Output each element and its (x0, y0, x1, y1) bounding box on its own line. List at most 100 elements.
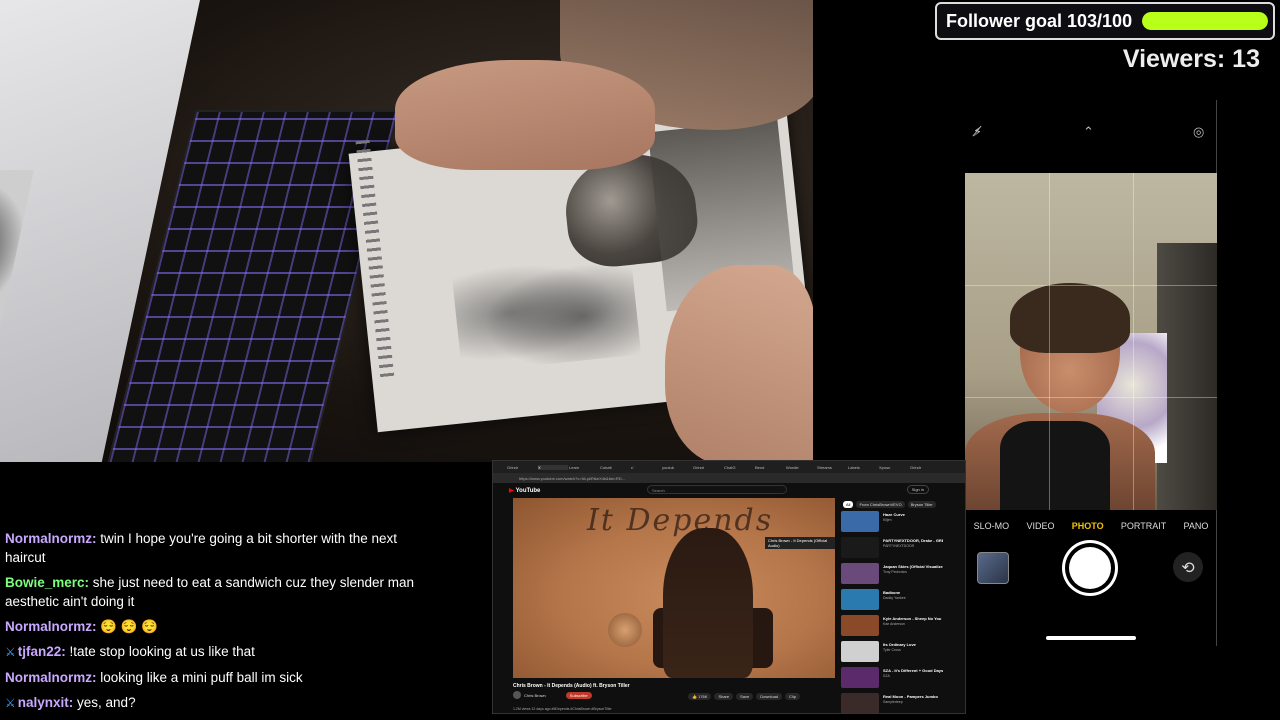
video-thumbnail[interactable] (841, 511, 879, 532)
browser-window: Grindr X Learn Cobalt r/youtub Grindr ChatG Ben… (492, 460, 966, 714)
video-thumbnail[interactable] (841, 537, 879, 558)
follower-goal-widget: Follower goal 103/100 (935, 2, 1275, 40)
recommended-title[interactable]: Jaquan Skies (Official Visualizer) (883, 564, 943, 569)
filter-chip[interactable]: All (843, 501, 854, 508)
recommended-video[interactable]: PARTYNEXTDOOR, Drake - GREEDYPARTYNEXTDO… (841, 537, 961, 560)
recommended-video[interactable]: SZA - It's Different + Good Days SZA (841, 667, 961, 690)
recommended-channel: Daddy Yankee (883, 596, 906, 600)
recommended-video[interactable]: Its Ordinary Love Tyler Cross (841, 641, 961, 664)
shutter-button[interactable] (1069, 547, 1111, 589)
video-action-button[interactable]: 👍 176K (688, 693, 712, 700)
follower-goal-label: Follower goal 103/100 (946, 10, 1133, 31)
camera-mode-slo-mo[interactable]: SLO-MO (974, 521, 1010, 537)
chat-username[interactable]: nalynxit: (18, 695, 74, 710)
browser-tab[interactable]: youtub (662, 465, 692, 470)
video-thumbnail[interactable] (841, 693, 879, 713)
chat-message: Normalnormz: twin I hope you're going a … (5, 529, 425, 567)
browser-tab[interactable]: Xposu (879, 465, 909, 470)
video-thumbnail[interactable] (841, 667, 879, 688)
camera-mode-selector[interactable]: SLO-MO VIDEO PHOTO PORTRAIT PANO (965, 521, 1217, 537)
video-art-text: It Depends (587, 503, 774, 538)
chat-message: Bowie_merc: she just need to eat a sandw… (5, 573, 425, 611)
browser-tab[interactable]: r/ (631, 465, 661, 470)
drawing-hand (665, 265, 813, 462)
camera-mode-pano[interactable]: PANO (1183, 521, 1208, 537)
signin-button[interactable]: Sign in (906, 485, 929, 494)
flip-camera-icon[interactable]: ⟲ (1173, 552, 1203, 582)
follower-goal-bar (1142, 12, 1268, 30)
live-off-icon[interactable]: ◎ (1193, 125, 1204, 141)
browser-tab[interactable]: Grindr (693, 465, 723, 470)
recommended-video[interactable]: Haze Curve Kiljen (841, 511, 961, 534)
recommendation-chips: All From ChrisBrownVEVO Bryson Tiller (843, 501, 939, 508)
chat-username[interactable]: tjfan22: (18, 644, 66, 659)
chat-text: 😌 😌 😌 (96, 619, 159, 634)
youtube-header: ▶ YouTube Search Sign in (493, 483, 965, 497)
browser-tab[interactable]: ChatG (724, 465, 754, 470)
recommended-video[interactable]: Kyle Anderson - Sheep No You Kae Anderson (841, 615, 961, 638)
camera-mode-photo[interactable]: PHOTO (1072, 521, 1104, 537)
chat-username[interactable]: Normalnormz: (5, 531, 97, 546)
browser-tab[interactable]: Grindr (507, 465, 537, 470)
video-action-button[interactable]: Save (736, 693, 754, 700)
youtube-logo-text: YouTube (515, 487, 541, 494)
browser-tab[interactable]: X (538, 464, 568, 470)
recommended-title[interactable]: Its Ordinary Love (883, 642, 943, 647)
chat-message: Normalnormz: looking like a mini puff ba… (5, 668, 425, 687)
browser-tab[interactable]: Learn (569, 465, 599, 470)
browser-tab[interactable]: Wordle (786, 465, 816, 470)
person-hair (1010, 283, 1130, 353)
stream-chat: Normalnormz: twin I hope you're going a … (5, 529, 425, 719)
video-thumbnail[interactable] (841, 589, 879, 610)
recommended-video[interactable]: Badbone Daddy Yankee (841, 589, 961, 612)
recommended-video[interactable]: Jaquan Skies (Official Visualizer) Tony P… (841, 563, 961, 586)
recommended-title[interactable]: SZA - It's Different + Good Days (883, 668, 943, 673)
grid-line (965, 397, 1217, 398)
recommended-title[interactable]: Real Moon - Pampers Jumbo (883, 694, 943, 699)
video-description[interactable]: 1.2M views 12 days ago #ItDepends #Chris… (513, 707, 612, 711)
chat-username[interactable]: Normalnormz: (5, 670, 97, 685)
chat-username[interactable]: Bowie_merc: (5, 575, 89, 590)
video-action-button[interactable]: Share (714, 693, 734, 700)
url-text[interactable]: https://www.youtube.com/watch?v=NLpkRtke… (519, 476, 625, 481)
recommended-channel: PARTYNEXTDOOR (883, 544, 915, 548)
browser-tab[interactable]: Streams (817, 465, 847, 470)
address-bar[interactable]: https://www.youtube.com/watch?v=NLpkRtke… (493, 473, 965, 483)
recommended-title[interactable]: Kyle Anderson - Sheep No You (883, 616, 943, 621)
video-thumbnail[interactable] (841, 641, 879, 662)
channel-avatar[interactable] (513, 691, 521, 699)
grid-line (965, 285, 1217, 286)
filter-chip[interactable]: From ChrisBrownVEVO (856, 501, 905, 508)
video-figure (663, 528, 753, 678)
recommended-video[interactable]: Real Moon - Pampers Jumbo Sampledeep (841, 693, 961, 713)
youtube-search-input[interactable]: Search (647, 485, 787, 494)
video-action-button[interactable]: Clip (785, 693, 800, 700)
channel-name[interactable]: Chris Brown (524, 693, 546, 698)
video-thumbnail[interactable] (841, 615, 879, 636)
browser-tab[interactable]: Labels (848, 465, 878, 470)
video-overlay-chip: Chris Brown - It Depends (Official Audio… (765, 537, 835, 549)
browser-tab[interactable]: Bend (755, 465, 785, 470)
flash-off-icon[interactable]: ⚡̸ (973, 125, 982, 141)
browser-tab[interactable]: Grindr (910, 465, 940, 470)
subscribe-button[interactable]: Subscribe (565, 691, 592, 699)
chat-username[interactable]: Normalnormz: (5, 619, 97, 634)
browser-tab[interactable]: Cobalt (600, 465, 630, 470)
camera-mode-portrait[interactable]: PORTRAIT (1121, 521, 1166, 537)
video-action-button[interactable]: Download (756, 693, 783, 700)
chevron-up-icon[interactable]: ⌃ (1083, 125, 1094, 141)
recommended-title[interactable]: Badbone (883, 590, 943, 595)
youtube-logo[interactable]: ▶ YouTube (509, 487, 540, 494)
camera-mode-video[interactable]: VIDEO (1026, 521, 1054, 537)
home-indicator[interactable] (1046, 636, 1136, 640)
video-player[interactable]: It Depends Chris Brown - It Depends (Off… (513, 498, 835, 678)
video-thumbnail[interactable] (841, 563, 879, 584)
last-photo-thumbnail[interactable] (977, 552, 1009, 584)
recommended-title[interactable]: PARTYNEXTDOOR, Drake - GREEDY (883, 538, 943, 543)
recommended-title[interactable]: Haze Curve (883, 512, 943, 517)
recommended-channel: SZA (883, 674, 890, 678)
video-title: Chris Brown - It Depends (Audio) ft. Bry… (513, 683, 630, 689)
filter-chip[interactable]: Bryson Tiller (907, 501, 936, 508)
drawing-webcam-feed (0, 0, 813, 462)
sword-icon: ⚔ (5, 696, 16, 710)
